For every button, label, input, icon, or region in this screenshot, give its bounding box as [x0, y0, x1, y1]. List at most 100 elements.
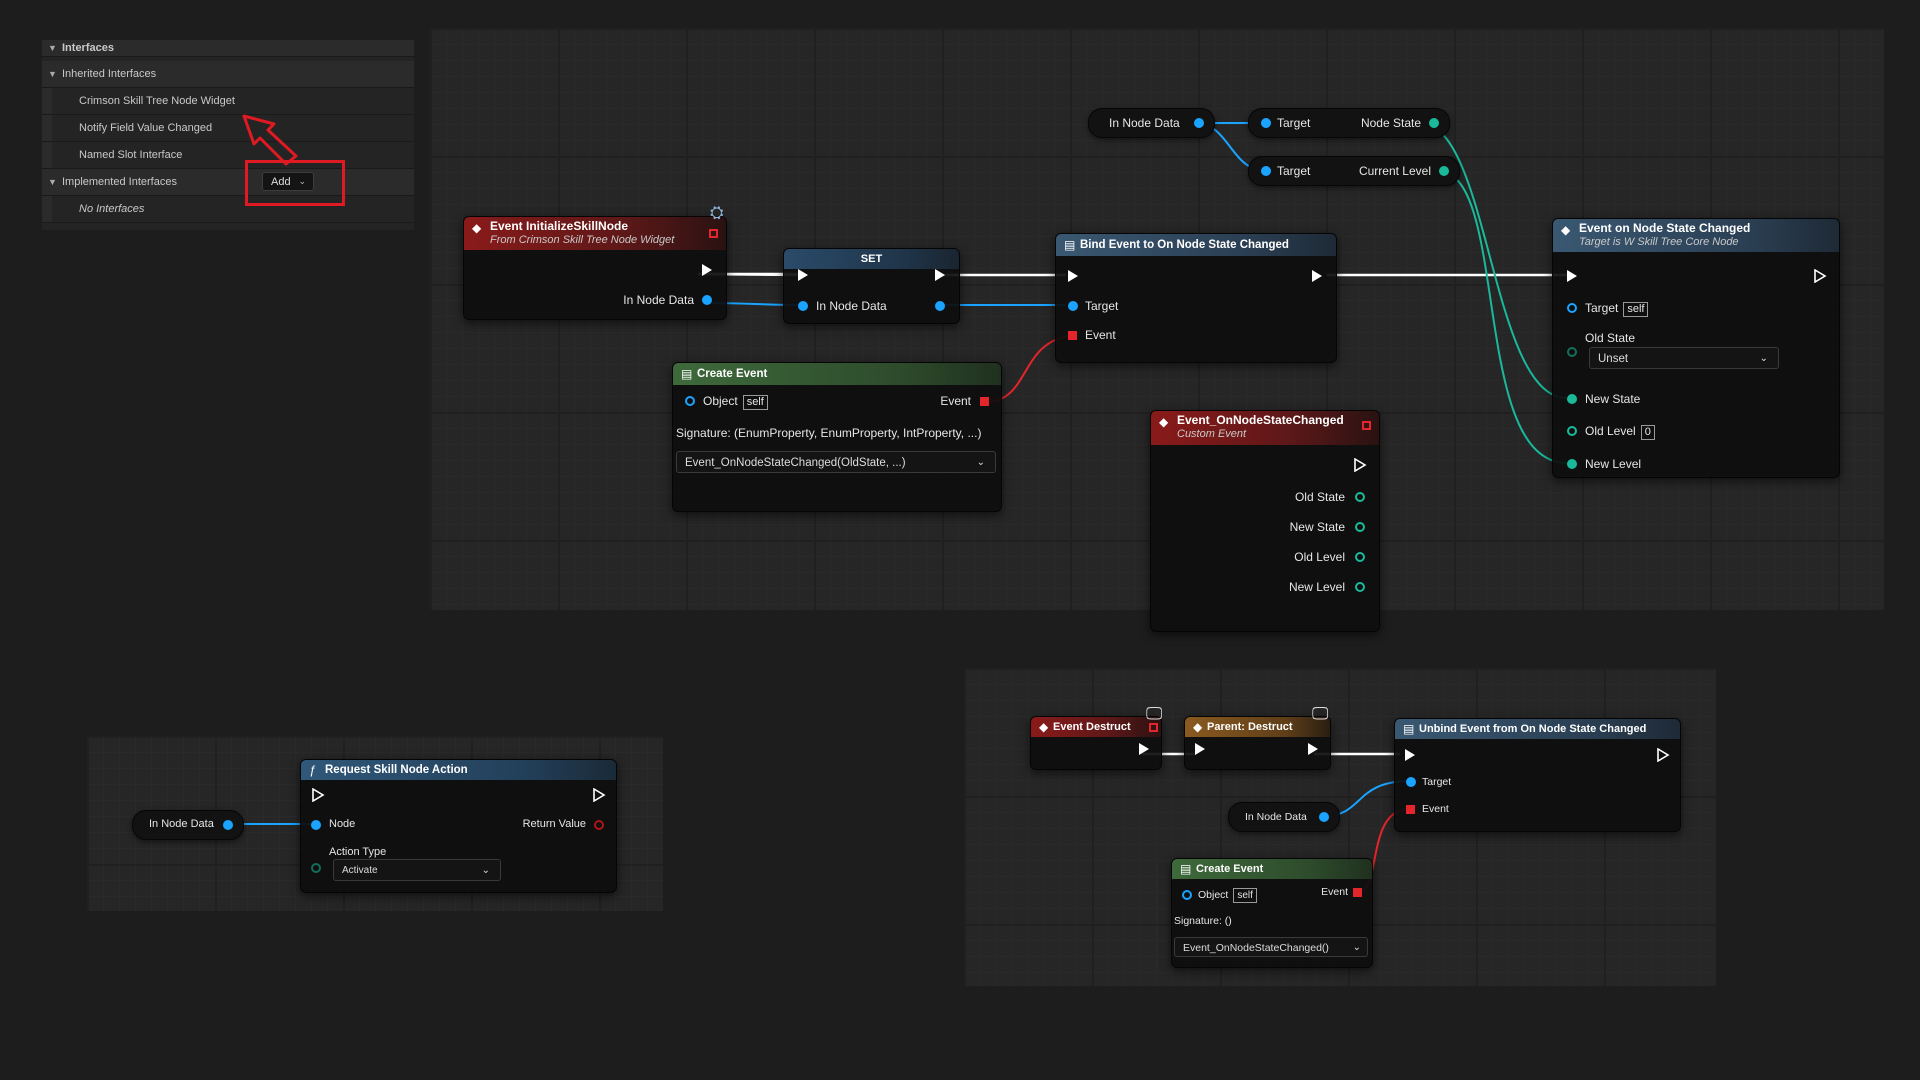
node-header[interactable]: ▤ Bind Event to On Node State Changed	[1056, 234, 1336, 256]
node-header[interactable]: SET	[784, 249, 959, 269]
interface-item[interactable]: Crimson Skill Tree Node Widget	[42, 88, 414, 115]
in-node-data-pin[interactable]	[702, 295, 712, 305]
target-label: Target	[1422, 776, 1452, 788]
output-pin[interactable]	[1194, 118, 1204, 128]
exec-out-pin[interactable]	[1656, 748, 1670, 762]
output-pin[interactable]	[223, 820, 233, 830]
in-node-data-variable[interactable]: In Node Data	[132, 810, 244, 840]
exec-in-pin[interactable]	[1567, 270, 1577, 282]
interface-item[interactable]: Named Slot Interface	[42, 142, 414, 169]
action-type-pin[interactable]	[311, 863, 321, 873]
target-pin[interactable]	[1567, 303, 1577, 313]
self-default-box[interactable]: self	[1623, 302, 1649, 317]
parent-destruct-node[interactable]: ◆ Parent: Destruct	[1184, 716, 1331, 770]
in-node-data-variable[interactable]: In Node Data	[1088, 108, 1215, 138]
action-type-select[interactable]: Activate ⌄	[333, 859, 501, 881]
target-pin[interactable]	[1406, 777, 1416, 787]
old-level-input[interactable]: 0	[1640, 425, 1655, 440]
exec-out-pin[interactable]	[702, 264, 712, 276]
object-pin[interactable]	[685, 396, 695, 406]
node-state-pin[interactable]	[1429, 118, 1439, 128]
node-header[interactable]: ▤ Unbind Event from On Node State Change…	[1395, 719, 1680, 739]
old-state-pin[interactable]	[1355, 492, 1365, 502]
destruct-graph[interactable]: ◆ Event Destruct 🖵 ◆ Parent: Destruct 🖵 …	[964, 668, 1716, 986]
set-node[interactable]: SET In Node Data	[783, 248, 960, 324]
implemented-interfaces-category[interactable]: ▼ Implemented Interfaces Add ⌄	[42, 169, 414, 196]
exec-out-pin[interactable]	[1813, 269, 1827, 283]
node-header[interactable]: ◆ Event InitializeSkillNode From Crimson…	[464, 217, 726, 250]
event-initialize-skill-node[interactable]: ◆ Event InitializeSkillNode From Crimson…	[463, 216, 727, 320]
object-pin[interactable]	[1182, 890, 1192, 900]
new-state-label: New State	[1585, 392, 1641, 406]
custom-event-node[interactable]: ◆ Event_OnNodeStateChanged Custom Event …	[1150, 410, 1380, 632]
event-label: Event	[1321, 886, 1348, 898]
exec-in-pin[interactable]	[1068, 270, 1078, 282]
bind-event-node[interactable]: ▤ Bind Event to On Node State Changed Ta…	[1055, 233, 1337, 363]
event-delegate-pin[interactable]	[1353, 888, 1362, 897]
event-destruct-node[interactable]: ◆ Event Destruct	[1030, 716, 1162, 770]
request-skill-node-action-node[interactable]: ƒ Request Skill Node Action Node Return …	[300, 759, 617, 893]
exec-out-pin[interactable]	[1312, 270, 1322, 282]
function-select[interactable]: Event_OnNodeStateChanged(OldState, ...) …	[676, 451, 996, 473]
node-pin[interactable]	[311, 820, 321, 830]
get-node-state-node[interactable]: Target Node State	[1248, 108, 1450, 138]
event-delegate-pin[interactable]	[1406, 805, 1415, 814]
collapse-arrow-icon[interactable]: ▼	[48, 169, 57, 195]
node-header[interactable]: ƒ Request Skill Node Action	[301, 760, 616, 780]
collapse-arrow-icon[interactable]: ▼	[48, 40, 57, 56]
exec-in-pin[interactable]	[798, 269, 808, 281]
in-node-data-variable[interactable]: In Node Data	[1228, 802, 1340, 832]
get-current-level-node[interactable]: Target Current Level	[1248, 156, 1460, 186]
new-level-pin[interactable]	[1567, 459, 1577, 469]
node-header[interactable]: ▤ Create Event	[673, 363, 1001, 385]
unbind-event-node[interactable]: ▤ Unbind Event from On Node State Change…	[1394, 718, 1681, 832]
target-pin[interactable]	[1261, 166, 1271, 176]
exec-out-pin[interactable]	[592, 788, 606, 802]
event-delegate-pin[interactable]	[1068, 331, 1077, 340]
interfaces-section-header[interactable]: ▼ Interfaces	[42, 40, 414, 57]
delegate-pin[interactable]	[709, 229, 718, 238]
interface-item[interactable]: Notify Field Value Changed	[42, 115, 414, 142]
main-event-graph[interactable]: In Node Data Target Node State Target Cu…	[430, 28, 1884, 632]
target-pin[interactable]	[1261, 118, 1271, 128]
node-header[interactable]: ◆ Parent: Destruct	[1185, 717, 1330, 737]
new-level-pin[interactable]	[1355, 582, 1365, 592]
old-state-pin[interactable]	[1567, 347, 1577, 357]
create-event-node[interactable]: ▤ Create Event Object self Event Signatur…	[1171, 858, 1373, 968]
output-pin[interactable]	[935, 301, 945, 311]
output-pin[interactable]	[1319, 812, 1329, 822]
inherited-interfaces-category[interactable]: ▼ Inherited Interfaces	[42, 61, 414, 88]
exec-in-pin[interactable]	[1405, 749, 1415, 761]
exec-out-pin[interactable]	[935, 269, 945, 281]
event-on-node-state-changed-node[interactable]: ◆ Event on Node State Changed Target is …	[1552, 218, 1840, 478]
node-header[interactable]: ◆ Event on Node State Changed Target is …	[1553, 219, 1839, 252]
old-level-pin[interactable]	[1567, 426, 1577, 436]
event-delegate-pin[interactable]	[980, 397, 989, 406]
node-header[interactable]: ◆ Event_OnNodeStateChanged Custom Event	[1151, 411, 1379, 445]
function-select[interactable]: Event_OnNodeStateChanged() ⌄	[1174, 937, 1368, 957]
return-value-pin[interactable]	[594, 820, 604, 830]
collapse-arrow-icon[interactable]: ▼	[48, 61, 57, 87]
request-action-graph[interactable]: In Node Data ƒ Request Skill Node Action…	[87, 736, 663, 911]
self-default-box[interactable]: self	[1233, 888, 1257, 903]
target-pin[interactable]	[1068, 301, 1078, 311]
exec-in-pin[interactable]	[1195, 743, 1205, 755]
exec-out-pin[interactable]	[1353, 458, 1367, 472]
delegate-pin[interactable]	[1149, 723, 1158, 732]
old-level-pin[interactable]	[1355, 552, 1365, 562]
node-header[interactable]: ▤ Create Event	[1172, 859, 1372, 879]
create-event-node[interactable]: ▤ Create Event Object self Event Signatur…	[672, 362, 1002, 512]
new-state-pin[interactable]	[1355, 522, 1365, 532]
delegate-pin[interactable]	[1362, 421, 1371, 430]
exec-in-pin[interactable]	[311, 788, 325, 802]
exec-out-pin[interactable]	[1139, 743, 1149, 755]
new-state-pin[interactable]	[1567, 394, 1577, 404]
self-default-box[interactable]: self	[742, 395, 768, 410]
old-state-select[interactable]: Unset ⌄	[1589, 347, 1779, 369]
old-level-label: Old Level	[1294, 550, 1345, 564]
current-level-pin[interactable]	[1439, 166, 1449, 176]
node-header[interactable]: ◆ Event Destruct	[1031, 717, 1161, 737]
exec-out-pin[interactable]	[1308, 743, 1318, 755]
in-node-data-pin[interactable]	[798, 301, 808, 311]
function-value: Event_OnNodeStateChanged(OldState, ...)	[685, 457, 906, 469]
